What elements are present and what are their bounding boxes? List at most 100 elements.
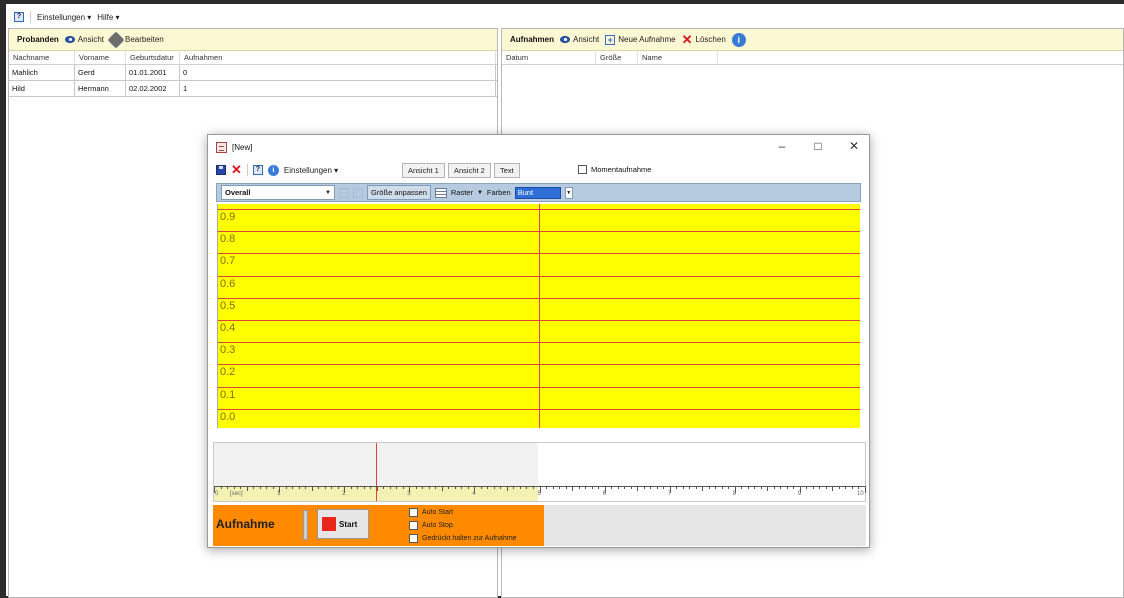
zoom-icon <box>339 187 349 198</box>
view2-button[interactable]: Ansicht 2 <box>448 163 491 178</box>
window-controls: – □ ✕ <box>775 139 861 153</box>
timeline-tick <box>233 486 235 489</box>
timeline-tick <box>370 486 372 489</box>
raster-menu[interactable]: Raster <box>451 188 473 197</box>
plot-y-label: 0.5 <box>220 299 236 312</box>
farben-select[interactable]: Bunt <box>514 186 561 199</box>
maximize-icon[interactable]: □ <box>811 139 825 153</box>
timeline-tick <box>240 486 242 489</box>
plot-grid-line <box>218 408 860 410</box>
timeline-tick <box>337 486 339 489</box>
timeline-tick <box>695 486 697 489</box>
timeline-tick <box>702 486 704 491</box>
timeline-tick <box>741 486 743 489</box>
fit-size-button[interactable]: Größe anpassen <box>367 185 431 200</box>
momentaufnahme-toggle[interactable]: Momentaufnahme <box>578 165 651 174</box>
help-icon[interactable]: ? <box>252 165 263 175</box>
plot-y-label: 0.8 <box>220 233 236 246</box>
plot-y-label: 0.3 <box>220 344 236 357</box>
timeline-tick <box>220 486 222 489</box>
timeline-tick <box>689 486 691 489</box>
col-datum[interactable]: Datum <box>502 51 596 64</box>
hold-to-record-checkbox[interactable] <box>409 533 418 543</box>
timeline-tick <box>572 486 574 491</box>
col-groesse[interactable]: Größe <box>596 51 638 64</box>
timeline-tick <box>565 486 567 489</box>
menu-hilfe[interactable]: Hilfe ▾ <box>97 13 119 22</box>
timeline-tick <box>493 486 495 489</box>
hold-to-record-option[interactable]: Gedrückt halten zur Aufnahme <box>409 532 517 544</box>
col-nachname[interactable]: Nachname <box>9 51 75 64</box>
dialog-toolbar: ✕ ? i Einstellungen ▾ Ansicht 1 Ansicht … <box>208 159 869 181</box>
new-recording-button[interactable]: + Neue Aufnahme <box>605 34 676 45</box>
delete-button[interactable]: ✕ Löschen <box>682 33 726 46</box>
timeline-tick <box>754 486 756 489</box>
plot-y-label: 0.0 <box>220 410 236 423</box>
timeline-tick <box>402 486 404 489</box>
menu-einstellungen[interactable]: Einstellungen ▾ <box>37 13 91 22</box>
timeline-tick <box>259 486 261 489</box>
info-icon[interactable]: i <box>731 32 746 47</box>
timeline-tick <box>324 486 326 489</box>
col-aufnahmen[interactable]: Aufnahmen <box>180 51 496 64</box>
cell-geburtsdatum: 01.01.2001 <box>126 65 180 80</box>
timeline-tick <box>773 486 775 489</box>
timeline-tick <box>519 486 521 489</box>
menu-separator <box>30 11 31 23</box>
probanden-header-row: Nachname Vorname Geburtsdatur Aufnahmen <box>9 51 497 65</box>
timeline-tick <box>682 486 684 489</box>
dialog-settings-menu[interactable]: Einstellungen ▾ <box>284 166 338 175</box>
probanden-edit-label: Bearbeiten <box>125 35 164 44</box>
probanden-view-button[interactable]: Ansicht <box>64 35 104 44</box>
discard-x-icon[interactable]: ✕ <box>231 163 242 176</box>
start-label: Start <box>339 519 358 529</box>
question-icon[interactable]: ? <box>14 12 24 22</box>
timeline-tick <box>708 486 710 489</box>
view1-button[interactable]: Ansicht 1 <box>402 163 445 178</box>
timeline-tick <box>311 486 313 491</box>
timeline-tick <box>461 486 463 489</box>
col-name[interactable]: Name <box>638 51 718 64</box>
auto-stop-option[interactable]: Auto Stop <box>409 519 517 531</box>
table-row[interactable]: Mahlich Gerd 01.01.2001 0 <box>9 65 497 81</box>
timeline-tick <box>506 486 508 491</box>
info-icon[interactable]: i <box>267 164 279 176</box>
minimize-icon[interactable]: – <box>775 139 789 153</box>
timeline[interactable]: 0 [sec] 1 2 3 4 5 6 7 8 9 10 <box>213 442 866 502</box>
auto-stop-checkbox[interactable] <box>409 520 418 530</box>
plot-center-line <box>539 204 540 428</box>
plot-y-label: 0.7 <box>220 255 236 268</box>
col-vorname[interactable]: Vorname <box>75 51 126 64</box>
timeline-tick <box>832 486 834 491</box>
timeline-tick <box>617 486 619 489</box>
table-row[interactable]: Hild Hermann 02.02.2002 1 <box>9 81 497 97</box>
timeline-tick <box>598 486 600 489</box>
cell-nachname: Hild <box>9 81 75 96</box>
timeline-tick <box>272 486 274 489</box>
text-button[interactable]: Text <box>494 163 520 178</box>
eye-icon <box>64 36 75 43</box>
timeline-tick <box>851 486 853 489</box>
save-icon[interactable] <box>216 165 226 175</box>
chart-toolbar: Overall ▼ Größe anpassen Raster ▼ Farben… <box>216 183 861 202</box>
new-recording-label: Neue Aufnahme <box>618 35 676 44</box>
col-geburtsdatum[interactable]: Geburtsdatur <box>126 51 180 64</box>
farben-dropdown-icon[interactable]: ▼ <box>564 186 573 199</box>
plot-y-label: 0.6 <box>220 277 236 290</box>
auto-start-option[interactable]: Auto Start <box>409 506 517 518</box>
timeline-tick <box>285 486 287 489</box>
aufnahmen-view-button[interactable]: Ansicht <box>560 35 599 44</box>
raster-chevron-icon[interactable]: ▼ <box>477 190 483 196</box>
momentaufnahme-checkbox[interactable] <box>578 165 587 174</box>
timeline-cursor[interactable] <box>376 443 377 501</box>
timeline-tick <box>786 486 788 489</box>
auto-start-checkbox[interactable] <box>409 507 418 517</box>
close-icon[interactable]: ✕ <box>847 139 861 153</box>
plus-icon: + <box>605 34 616 45</box>
probanden-edit-button[interactable]: Bearbeiten <box>107 31 164 48</box>
overall-select[interactable]: Overall ▼ <box>221 185 335 200</box>
plot-y-label: 0.4 <box>220 322 236 334</box>
signal-plot[interactable]: 0.9 0.8 0.7 0.6 0.5 0.4 0.3 0.2 0.1 0.0 <box>217 204 860 428</box>
timeline-tick <box>760 486 762 489</box>
start-button[interactable]: Start <box>317 509 369 539</box>
